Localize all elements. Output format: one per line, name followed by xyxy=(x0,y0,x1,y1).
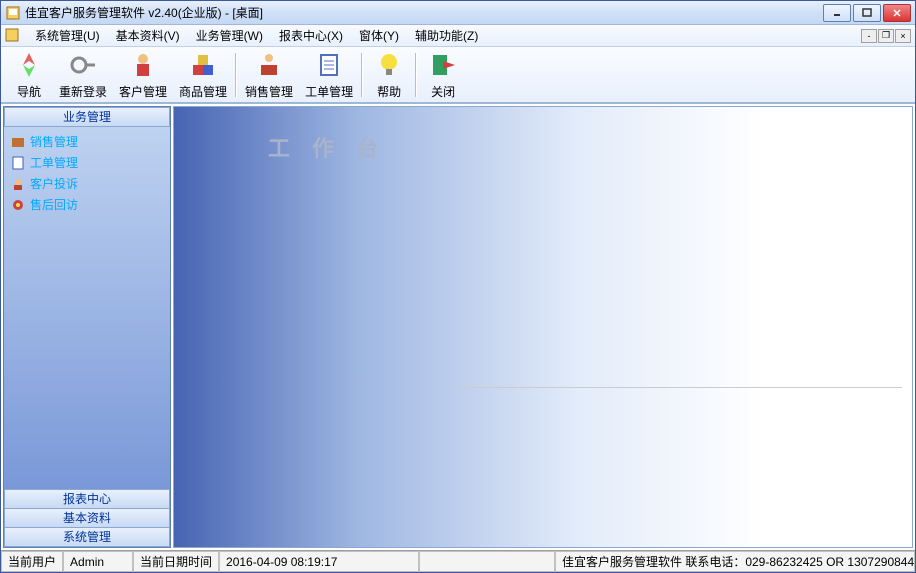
bulb-icon xyxy=(373,49,405,81)
mdi-restore-button[interactable]: ❐ xyxy=(878,29,894,43)
toolbar-separator xyxy=(415,53,417,97)
app-icon xyxy=(5,5,21,21)
window-close-button[interactable] xyxy=(883,4,911,22)
sidebar: 业务管理 销售管理 工单管理 客户投诉 售后回访 xyxy=(3,106,171,548)
sidebar-item-followup[interactable]: 售后回访 xyxy=(6,194,168,215)
status-datetime-label: 当前日期时间 xyxy=(133,551,219,572)
tool-label: 帮助 xyxy=(377,83,401,100)
key-icon xyxy=(67,49,99,81)
menubar: 系统管理(U) 基本资料(V) 业务管理(W) 报表中心(X) 窗体(Y) 辅助… xyxy=(1,25,915,47)
help-button[interactable]: 帮助 xyxy=(365,47,413,102)
sidebar-header-business[interactable]: 业务管理 xyxy=(4,107,170,127)
tool-label: 销售管理 xyxy=(245,83,293,100)
product-button[interactable]: 商品管理 xyxy=(173,47,233,102)
relogin-button[interactable]: 重新登录 xyxy=(53,47,113,102)
sidebar-item-label: 客户投诉 xyxy=(30,175,78,192)
complaint-icon xyxy=(10,176,26,192)
statusbar: 当前用户 Admin 当前日期时间 2016-04-09 08:19:17 佳宜… xyxy=(1,550,915,572)
sales-icon xyxy=(10,134,26,150)
workorder-button[interactable]: 工单管理 xyxy=(299,47,359,102)
workspace-heading: 工 作 台 xyxy=(268,131,386,163)
cart-icon xyxy=(253,49,285,81)
sidebar-item-complaint[interactable]: 客户投诉 xyxy=(6,173,168,194)
status-contact: 佳宜客户服务管理软件 联系电话：029-86232425 OR 13072908… xyxy=(555,551,915,572)
mdi-minimize-button[interactable]: - xyxy=(861,29,877,43)
app-window: 佳宜客户服务管理软件 v2.40(企业版) - [桌面] 系统管理(U) 基本资… xyxy=(0,0,916,573)
followup-icon xyxy=(10,197,26,213)
compass-icon xyxy=(13,49,45,81)
customer-button[interactable]: 客户管理 xyxy=(113,47,173,102)
sidebar-tab-reports[interactable]: 报表中心 xyxy=(4,489,170,509)
sidebar-content: 销售管理 工单管理 客户投诉 售后回访 xyxy=(4,127,170,490)
toolbar-separator xyxy=(235,53,237,97)
tool-label: 导航 xyxy=(17,83,41,100)
document-icon xyxy=(313,49,345,81)
tool-label: 商品管理 xyxy=(179,83,227,100)
boxes-icon xyxy=(187,49,219,81)
workorder-icon xyxy=(10,155,26,171)
status-spacer xyxy=(419,551,555,572)
divider-line xyxy=(462,387,902,388)
close-button[interactable]: 关闭 xyxy=(419,47,467,102)
tool-label: 关闭 xyxy=(431,83,455,100)
menu-aux[interactable]: 辅助功能(Z) xyxy=(407,25,486,46)
maximize-button[interactable] xyxy=(853,4,881,22)
menu-basic-data[interactable]: 基本资料(V) xyxy=(108,25,188,46)
sidebar-item-sales[interactable]: 销售管理 xyxy=(6,131,168,152)
tool-label: 工单管理 xyxy=(305,83,353,100)
sales-button[interactable]: 销售管理 xyxy=(239,47,299,102)
minimize-button[interactable] xyxy=(823,4,851,22)
sidebar-tab-basicdata[interactable]: 基本资料 xyxy=(4,508,170,528)
exit-icon xyxy=(427,49,459,81)
nav-button[interactable]: 导航 xyxy=(5,47,53,102)
menu-business[interactable]: 业务管理(W) xyxy=(188,25,271,46)
menu-reports[interactable]: 报表中心(X) xyxy=(271,25,351,46)
status-user-label: 当前用户 xyxy=(1,551,63,572)
titlebar: 佳宜客户服务管理软件 v2.40(企业版) - [桌面] xyxy=(1,1,915,25)
main-desktop: 工 作 台 xyxy=(173,106,913,548)
toolbar: 导航 重新登录 客户管理 商品管理 销售管理 工单管理 帮助 xyxy=(1,47,915,103)
sidebar-item-label: 售后回访 xyxy=(30,196,78,213)
sidebar-tab-system[interactable]: 系统管理 xyxy=(4,527,170,547)
sidebar-item-workorder[interactable]: 工单管理 xyxy=(6,152,168,173)
sidebar-item-label: 工单管理 xyxy=(30,154,78,171)
tool-label: 重新登录 xyxy=(59,83,107,100)
status-datetime-value: 2016-04-09 08:19:17 xyxy=(219,551,419,572)
body-area: 业务管理 销售管理 工单管理 客户投诉 售后回访 xyxy=(1,103,915,550)
status-user-value: Admin xyxy=(63,551,133,572)
menu-app-icon xyxy=(5,28,21,44)
sidebar-item-label: 销售管理 xyxy=(30,133,78,150)
toolbar-separator xyxy=(361,53,363,97)
tool-label: 客户管理 xyxy=(119,83,167,100)
menu-system[interactable]: 系统管理(U) xyxy=(27,25,108,46)
person-icon xyxy=(127,49,159,81)
window-title: 佳宜客户服务管理软件 v2.40(企业版) - [桌面] xyxy=(25,4,823,21)
mdi-close-button[interactable]: × xyxy=(895,29,911,43)
menu-window[interactable]: 窗体(Y) xyxy=(351,25,407,46)
